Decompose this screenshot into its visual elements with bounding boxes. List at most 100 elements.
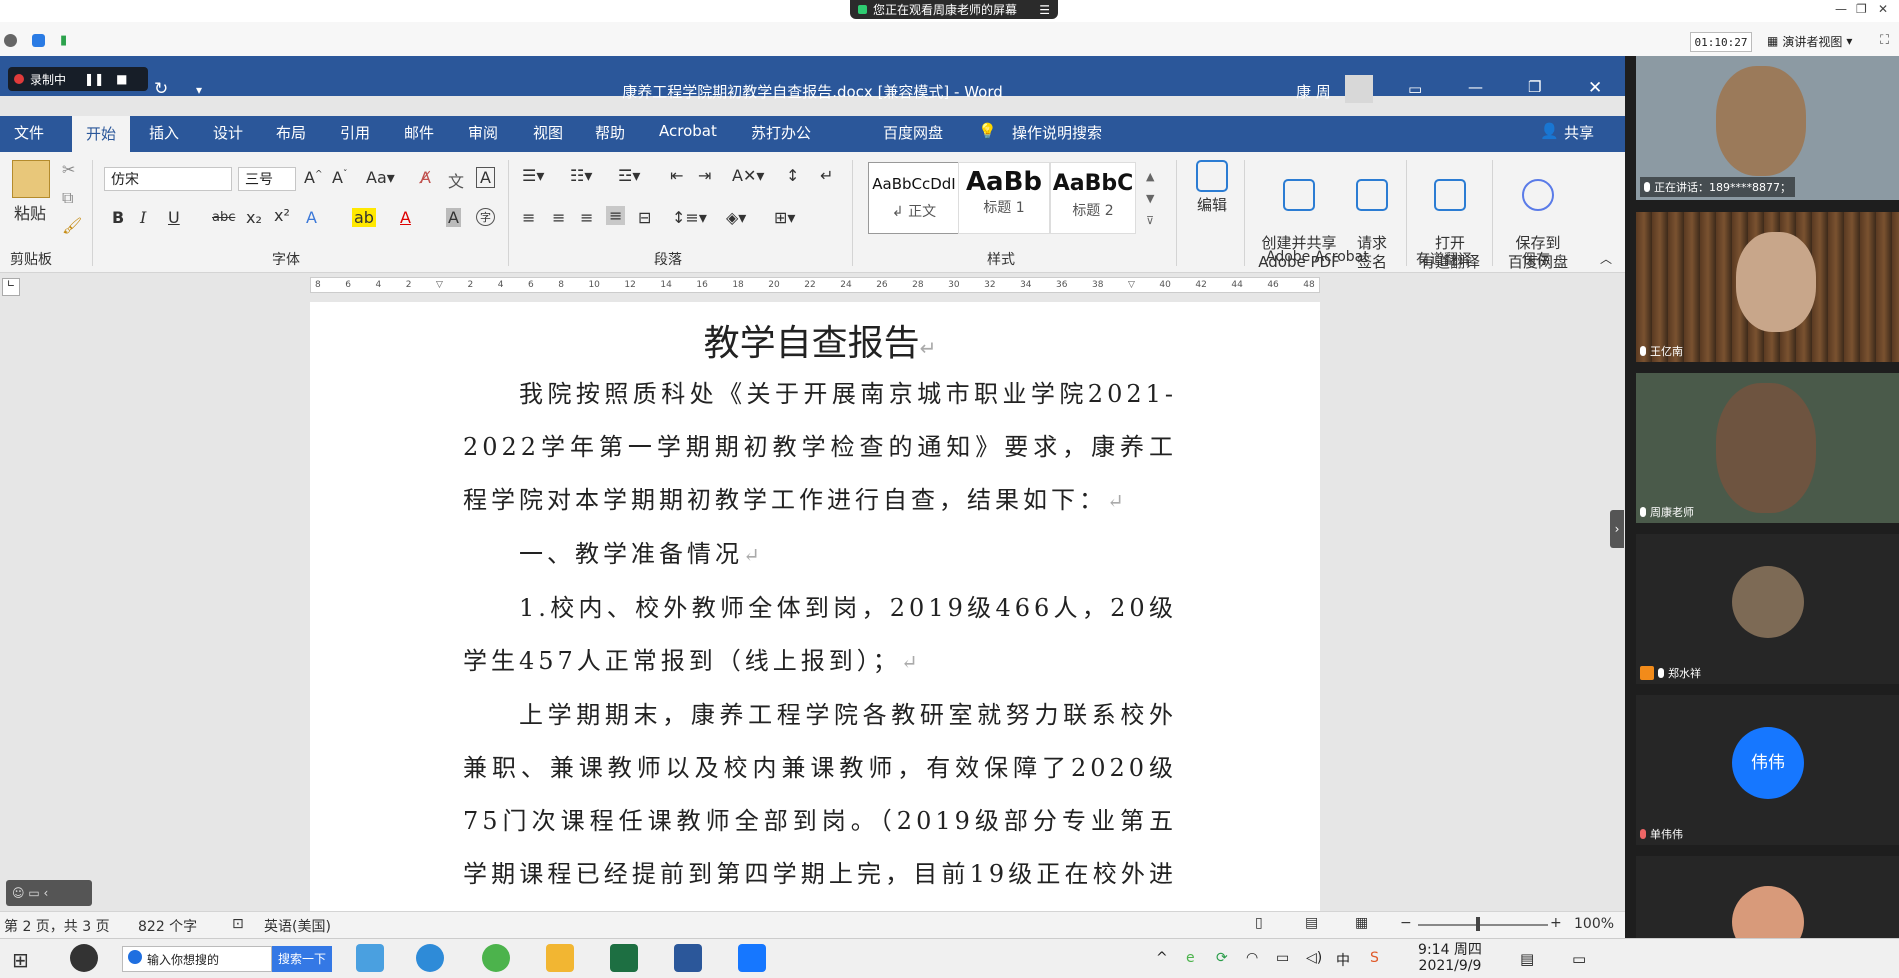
folder-icon[interactable] — [546, 944, 574, 972]
taskbar-search-input[interactable]: 输入你想搜的 — [122, 946, 272, 972]
participant-tile[interactable] — [1636, 856, 1899, 939]
shield-icon[interactable] — [32, 34, 45, 47]
participant-tile[interactable]: 正在讲话：189****8877； — [1636, 56, 1899, 200]
chinese-layout-icon[interactable]: A✕▾ — [732, 166, 764, 185]
tab-suda-office[interactable]: 苏打办公 — [751, 122, 811, 143]
decrease-indent-icon[interactable]: ⇤ — [670, 166, 683, 185]
pause-icon[interactable]: ❚❚ — [84, 72, 104, 86]
character-shading-icon[interactable]: A — [446, 208, 461, 227]
language-label[interactable]: 英语(美国) — [264, 916, 331, 936]
tray-chevron-icon[interactable]: ^ — [1156, 950, 1168, 966]
multilevel-list-icon[interactable]: ☲▾ — [618, 166, 640, 185]
word-count[interactable]: 822 个字 — [138, 916, 197, 936]
clear-formatting-icon[interactable]: A̸ — [420, 168, 431, 187]
align-right-icon[interactable]: ≡ — [580, 208, 593, 227]
font-color-icon[interactable]: A — [400, 208, 411, 227]
action-center-icon[interactable]: ▭ — [1572, 950, 1586, 968]
close-icon[interactable]: ✕ — [1878, 2, 1888, 16]
borders-icon[interactable]: ⊞▾ — [774, 208, 795, 227]
tray-sync-icon[interactable]: ⟳ — [1216, 950, 1228, 966]
proofing-icon[interactable]: ⊡ — [232, 916, 244, 932]
bullets-icon[interactable]: ☰▾ — [522, 166, 544, 185]
tray-e-icon[interactable]: e — [1186, 950, 1195, 966]
numbering-icon[interactable]: ☷▾ — [570, 166, 592, 185]
format-painter-icon[interactable]: 🖌 — [62, 216, 82, 235]
style-normal[interactable]: AaBbCcDdI ↲ 正文 — [868, 162, 960, 234]
word-restore-icon[interactable]: ❐ — [1528, 78, 1541, 96]
windows-start-icon[interactable]: ⊞ — [12, 948, 29, 972]
zoom-level[interactable]: 100% — [1574, 916, 1614, 932]
line-spacing-icon[interactable]: ↕≡▾ — [672, 208, 707, 227]
page-count[interactable]: 第 2 页，共 3 页 — [4, 916, 110, 936]
shading-icon[interactable]: ◈▾ — [726, 208, 746, 227]
zoom-slider[interactable] — [1418, 924, 1548, 926]
horizontal-ruler[interactable]: 8 6 4 2 ▽ 2 4 6 8 10 12 14 16 18 20 22 24 26 28 30 32 34 36 38 ▽… — [310, 277, 1320, 293]
grow-font-icon[interactable]: A^ — [304, 168, 323, 187]
participant-tile[interactable]: 周康老师 — [1636, 373, 1899, 523]
user-avatar[interactable] — [1345, 75, 1373, 103]
tab-selector-icon[interactable]: ∟ — [2, 278, 20, 296]
superscript-icon[interactable]: x² — [274, 206, 290, 225]
floating-reactions-bar[interactable]: ☺ ▭ ‹ — [6, 880, 92, 906]
recording-indicator[interactable]: 录制中 ❚❚ ■ — [8, 67, 148, 91]
edge-icon[interactable] — [416, 944, 444, 972]
enclose-characters-icon[interactable]: 字 — [476, 208, 495, 226]
paste-button[interactable]: 粘贴 — [14, 200, 46, 224]
collapse-panel-icon[interactable]: › — [1610, 510, 1624, 548]
menu-icon[interactable]: ☰ — [1039, 3, 1050, 17]
phonetic-guide-icon[interactable]: 文 — [448, 168, 464, 192]
tab-help[interactable]: 帮助 — [595, 122, 625, 143]
justify-icon[interactable]: ≡ — [606, 206, 626, 225]
tab-references[interactable]: 引用 — [340, 122, 370, 143]
excel-icon[interactable] — [610, 944, 638, 972]
style-heading-1[interactable]: AaBb 标题 1 — [958, 162, 1050, 234]
redo-icon[interactable]: ↻ — [154, 79, 168, 99]
tab-insert[interactable]: 插入 — [149, 122, 179, 143]
notifications-icon[interactable]: ▤ — [1520, 950, 1534, 968]
meeting-app-icon[interactable] — [738, 944, 766, 972]
participant-tile[interactable]: 郑水祥 — [1636, 534, 1899, 684]
tab-acrobat[interactable]: Acrobat — [659, 122, 717, 140]
strikethrough-icon[interactable]: abc — [212, 210, 235, 225]
stop-icon[interactable]: ■ — [116, 72, 127, 86]
shrink-font-icon[interactable]: Aˇ — [332, 168, 347, 187]
increase-indent-icon[interactable]: ⇥ — [698, 166, 711, 185]
computer-icon[interactable] — [356, 944, 384, 972]
view-mode-dropdown[interactable]: ▦ 演讲者视图 ▾ — [1767, 32, 1852, 50]
align-left-icon[interactable]: ≡ — [522, 208, 535, 227]
subscript-icon[interactable]: x₂ — [246, 208, 262, 227]
word-close-icon[interactable]: ✕ — [1588, 78, 1602, 98]
ime-indicator[interactable]: 中 — [1336, 950, 1350, 970]
zoom-in-icon[interactable]: + — [1550, 915, 1562, 931]
participant-tile[interactable]: 伟伟 单伟伟 — [1636, 695, 1899, 845]
distributed-icon[interactable]: ⊟ — [638, 208, 651, 227]
customize-toolbar-icon[interactable]: ▾ — [196, 83, 202, 97]
zoom-out-icon[interactable]: − — [1400, 915, 1412, 931]
minimize-icon[interactable]: — — [1835, 2, 1847, 16]
taskbar-clock[interactable]: 9:14 周四 2021/9/9 — [1410, 942, 1490, 974]
screen-share-notice[interactable]: 您正在观看周康老师的屏幕 ☰ — [850, 0, 1058, 19]
app-s-icon[interactable] — [70, 944, 98, 972]
font-size-combo[interactable]: 三号 — [238, 167, 296, 191]
collapse-ribbon-icon[interactable]: ︿ — [1600, 250, 1612, 267]
tab-baidu-netdisk[interactable]: 百度网盘 — [883, 122, 943, 143]
sort-icon[interactable]: ↕ — [786, 166, 799, 185]
wifi-icon[interactable]: ◠ — [1246, 950, 1258, 966]
user-name[interactable]: 康 周 — [1296, 81, 1331, 102]
read-mode-icon[interactable]: ▯ — [1255, 915, 1263, 931]
document-body[interactable]: 教学自查报告↵ 我院按照质科处《关于开展南京城市职业学院2021-2022学年第… — [463, 302, 1177, 954]
italic-icon[interactable]: I — [140, 208, 146, 227]
tab-view[interactable]: 视图 — [533, 122, 563, 143]
battery-icon[interactable]: ▭ — [1276, 950, 1289, 966]
copy-icon[interactable]: ⧉ — [62, 188, 73, 208]
ribbon-display-icon[interactable]: ▭ — [1408, 80, 1422, 98]
search-button[interactable]: 搜索一下 — [272, 946, 332, 972]
tab-home[interactable]: 开始 — [72, 116, 131, 152]
font-name-combo[interactable]: 仿宋 — [104, 167, 232, 191]
align-center-icon[interactable]: ≡ — [552, 208, 565, 227]
volume-icon[interactable]: ◁) — [1306, 950, 1322, 966]
styles-scroll-icon[interactable]: ▲ ▼ ⊽ — [1146, 166, 1154, 232]
zoom-slider-thumb[interactable] — [1476, 917, 1480, 931]
tab-layout[interactable]: 布局 — [276, 122, 306, 143]
bold-icon[interactable]: B — [112, 208, 124, 227]
